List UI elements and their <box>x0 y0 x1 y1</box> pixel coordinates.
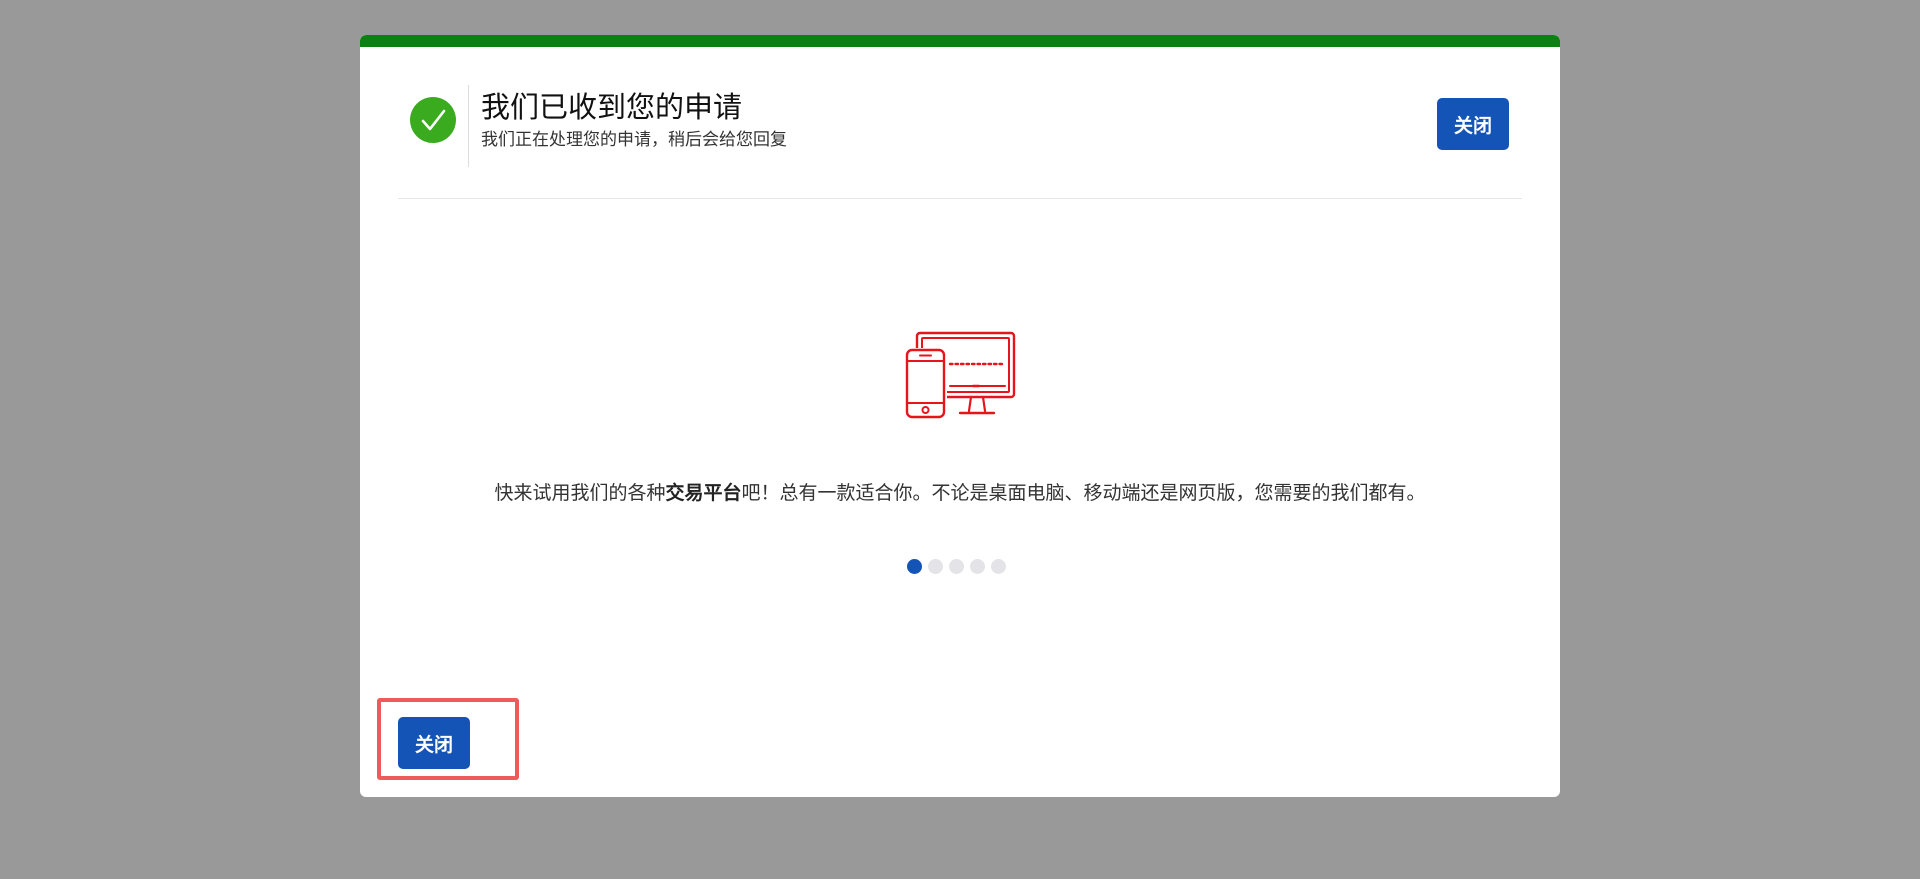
carousel-dot[interactable] <box>991 559 1006 574</box>
page-subtitle: 我们正在处理您的申请，稍后会给您回复 <box>481 130 787 150</box>
close-button-bottom[interactable]: 关闭 <box>398 717 470 769</box>
header-divider <box>468 85 469 167</box>
close-button-top[interactable]: 关闭 <box>1437 98 1509 150</box>
carousel-dot[interactable] <box>907 559 922 574</box>
application-received-modal: 我们已收到您的申请 我们正在处理您的申请，稍后会给您回复 关闭 快来试用我们的各… <box>360 35 1560 797</box>
page-title: 我们已收到您的申请 <box>481 90 743 124</box>
progress-bar <box>360 35 1560 47</box>
message-text-start: 快来试用我们的各种 <box>494 482 666 504</box>
check-circle-icon <box>410 97 456 143</box>
carousel-pagination <box>907 559 1006 575</box>
section-divider <box>398 198 1522 199</box>
message-text-end: 吧！总有一款适合你。不论是桌面电脑、移动端还是网页版，您需要的我们都有。 <box>741 482 1426 504</box>
devices-icon <box>905 331 1016 423</box>
carousel-message: 快来试用我们的各种交易平台吧！总有一款适合你。不论是桌面电脑、移动端还是网页版，… <box>360 479 1560 507</box>
carousel-dot[interactable] <box>970 559 985 574</box>
message-text-highlight: 交易平台 <box>665 482 742 504</box>
carousel-dot[interactable] <box>928 559 943 574</box>
carousel-dot[interactable] <box>949 559 964 574</box>
